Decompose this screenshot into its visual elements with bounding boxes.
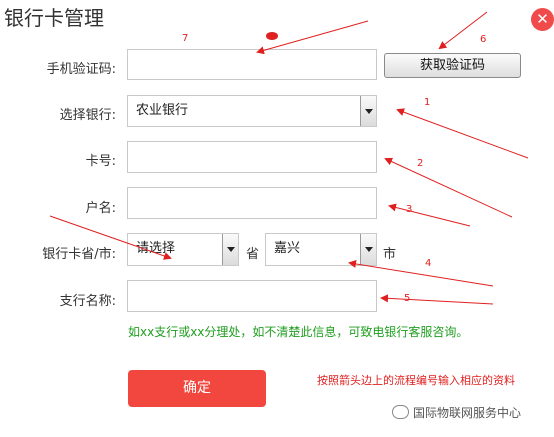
annotation-arrows xyxy=(49,11,529,305)
wechat-icon xyxy=(392,405,409,419)
arrow-1 xyxy=(396,108,529,159)
arrow-4 xyxy=(348,260,494,287)
arrow-6 xyxy=(438,11,488,50)
arrow-3 xyxy=(388,203,471,227)
arrow-left xyxy=(49,215,172,260)
watermark: 国际物联网服务中心 xyxy=(392,404,521,421)
annotation-dot xyxy=(266,32,278,40)
watermark-text: 国际物联网服务中心 xyxy=(413,406,522,420)
arrow-2 xyxy=(384,157,513,218)
arrow-5 xyxy=(380,294,494,305)
